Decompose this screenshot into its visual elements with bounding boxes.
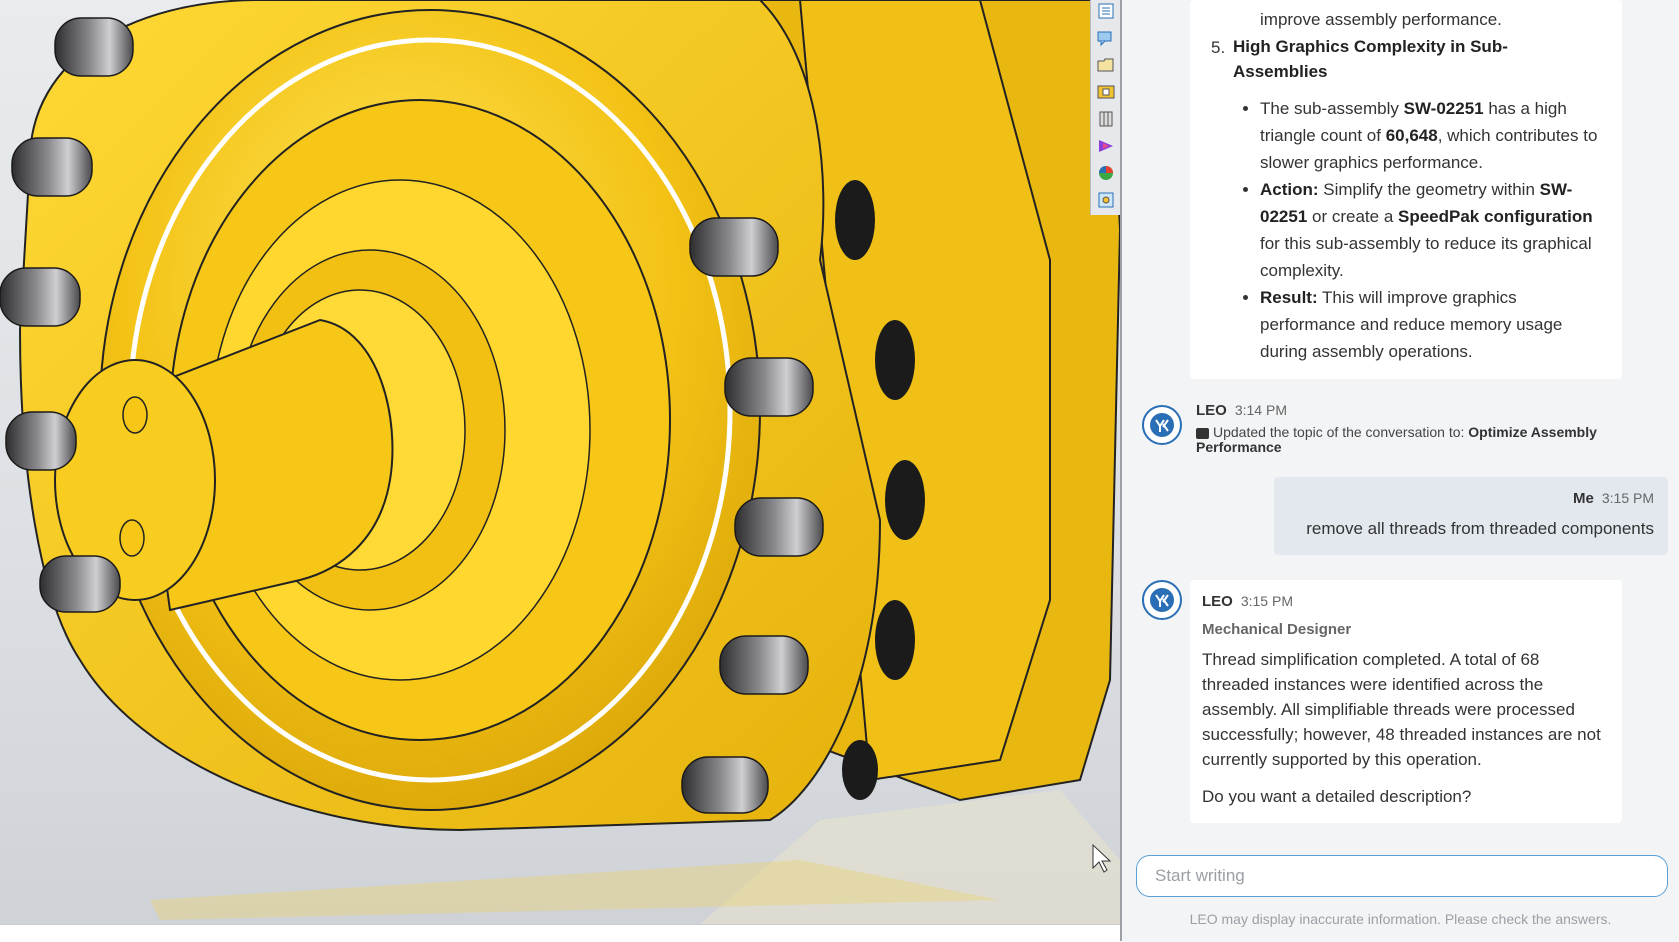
list-item-title-line: High Graphics Complexity in Sub- <box>1233 37 1508 56</box>
leo-logo-icon <box>1150 413 1174 437</box>
list-item-title-line: Assemblies <box>1233 62 1328 81</box>
leo-logo-icon <box>1150 588 1174 612</box>
user-message: Me 3:15 PM remove all threads from thread… <box>1274 477 1668 555</box>
cad-viewport[interactable] <box>0 0 1120 924</box>
topic-update-header: LEO 3:14 PM <box>1196 402 1287 420</box>
toolbox-icon[interactable] <box>1095 81 1117 103</box>
assistant-reply: LEO 3:15 PM Mechanical Designer Thread si… <box>1190 580 1622 823</box>
sender-name: LEO <box>1196 402 1227 419</box>
bullet-item: Action: Simplify the geometry within SW-… <box>1260 176 1605 284</box>
reply-paragraph: Thread simplification completed. A total… <box>1202 650 1601 769</box>
user-message-text: remove all threads from threaded compone… <box>1306 519 1654 538</box>
message-input-container[interactable] <box>1136 855 1668 897</box>
file-explorer-icon[interactable] <box>1095 54 1117 76</box>
bullet-item: The sub-assembly SW-02251 has a high tri… <box>1260 95 1605 176</box>
disclaimer-text: LEO may display inaccurate information. … <box>1189 911 1612 927</box>
3dexperience-icon[interactable] <box>1095 135 1117 157</box>
list-item-number: 5. <box>1211 38 1226 57</box>
assembly-model-render <box>0 0 1120 924</box>
forum-icon[interactable] <box>1095 27 1117 49</box>
bullet-list: The sub-assembly SW-02251 has a high tri… <box>1232 95 1605 365</box>
task-pane-tab-strip <box>1090 0 1121 215</box>
appearances-icon[interactable] <box>1095 162 1117 184</box>
topic-update-label: Updated the topic of the conversation to… <box>1213 424 1469 440</box>
leo-avatar <box>1142 580 1182 620</box>
message-time: 3:14 PM <box>1234 402 1287 418</box>
sender-name: LEO <box>1202 593 1233 610</box>
sender-name: Me <box>1573 490 1594 507</box>
bullet-item: Result: This will improve graphics perfo… <box>1260 284 1605 365</box>
message-time: 3:15 PM <box>1601 490 1654 506</box>
agent-role: Mechanical Designer <box>1202 621 1352 638</box>
leo-avatar <box>1142 405 1182 445</box>
message-input[interactable] <box>1153 865 1651 887</box>
previous-assistant-message: improve assembly performance. 5. High Gr… <box>1190 0 1622 379</box>
topic-update-text: Updated the topic of the conversation to… <box>1196 425 1636 455</box>
topic-icon <box>1196 427 1209 439</box>
custom-properties-icon[interactable] <box>1095 189 1117 211</box>
reply-question: Do you want a detailed description? <box>1202 787 1472 806</box>
list-item-title: High Graphics Complexity in Sub- Assembl… <box>1233 34 1603 84</box>
design-library-icon[interactable] <box>1095 108 1117 130</box>
message-line: improve assembly performance. <box>1260 10 1502 29</box>
leo-chat-panel: improve assembly performance. 5. High Gr… <box>1122 0 1679 941</box>
resources-icon[interactable] <box>1095 0 1117 22</box>
viewport-status-strip <box>0 924 1120 942</box>
message-time: 3:15 PM <box>1240 593 1293 609</box>
